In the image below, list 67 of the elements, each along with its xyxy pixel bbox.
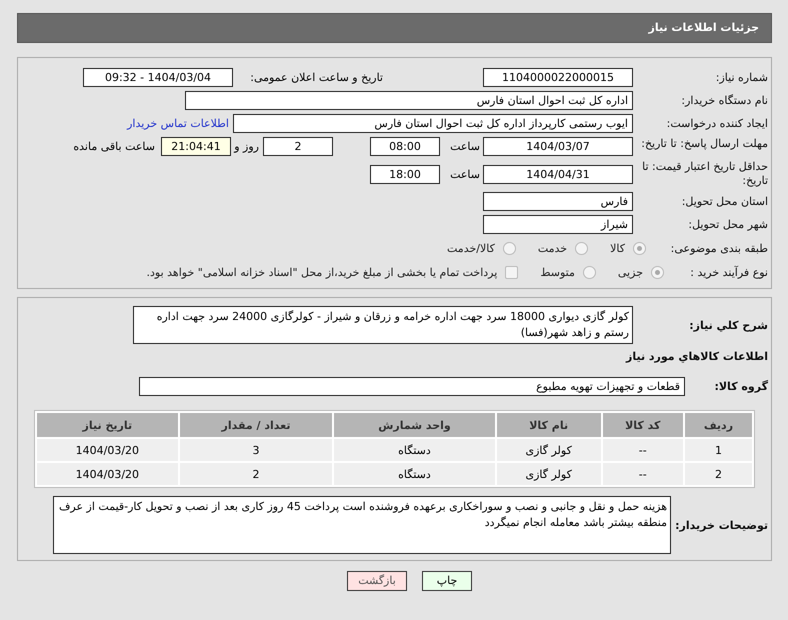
field-label: گروه کالا:: [713, 380, 769, 393]
field-label: مهلت ارسال پاسخ: تا تاریخ:: [640, 137, 769, 151]
table-cell: 2: [684, 463, 752, 485]
field-label: شهر محل تحویل:: [687, 218, 769, 231]
description-field: کولر گازی دیواری 18000 سرد جهت اداره خرامه و زرقان و شیراز - کولرگازی 24000 سرد جهت اداره رستم و زاهد شهر(فسا): [133, 306, 633, 344]
days-field: 2: [263, 137, 333, 156]
remaining-time-field: 21:04:41: [161, 137, 231, 156]
section-heading: اطلاعات کالاهاي مورد نیاز: [626, 350, 769, 363]
announce-date-field: 1404/03/04 - 09:32: [83, 68, 233, 87]
field-label: طبقه بندی موضوعی:: [670, 242, 769, 254]
radio-label: متوسط: [540, 266, 575, 278]
radio-button[interactable]: [502, 242, 516, 254]
back-button[interactable]: بازگشت: [347, 571, 407, 591]
field-label: توضیحات خریدار:: [674, 518, 769, 532]
table-cell: دستگاه: [334, 439, 495, 461]
checkbox[interactable]: [505, 266, 518, 278]
table-cell: 1404/03/20: [37, 439, 178, 461]
validity-time-field: 18:00: [370, 164, 440, 184]
need-number-field: 1104000022000015: [483, 68, 633, 87]
table-cell: کولر گازی: [496, 463, 601, 485]
radio-label: خدمت: [538, 242, 568, 254]
table-cell: 1404/03/20: [37, 463, 178, 485]
column-header: نام کالا: [496, 413, 601, 437]
field-label: حداقل تاریخ اعتبار قیمت: تا تاریخ:: [641, 160, 769, 188]
column-header: کد کالا: [602, 413, 683, 437]
radio-button[interactable]: [651, 266, 664, 278]
table-cell: 3: [180, 439, 332, 461]
field-label: تاریخ و ساعت اعلان عمومی:: [249, 71, 383, 84]
table-cell: --: [602, 463, 683, 485]
column-header: تعداد / مقدار: [180, 413, 332, 437]
buyer-contact-link[interactable]: اطلاعات تماس خریدار: [127, 117, 229, 130]
buyer-field: اداره کل ثبت احوال استان فارس: [185, 91, 633, 110]
radio-button[interactable]: [582, 266, 596, 278]
field-label: استان محل تحویل:: [680, 195, 769, 208]
city-field: شیراز: [483, 215, 633, 234]
table-cell: کولر گازی: [496, 439, 601, 461]
province-field: فارس: [483, 192, 633, 211]
validity-date-field: 1404/04/31: [483, 164, 633, 184]
column-header: تاریخ نیاز: [37, 413, 178, 437]
radio-label: کالا/خدمت: [447, 242, 495, 254]
reply-date-field: 1404/03/07: [483, 137, 633, 156]
radio-label: کالا: [610, 242, 625, 254]
page-title: جزئیات اطلاعات نیاز: [17, 13, 772, 43]
print-button[interactable]: چاپ: [422, 571, 472, 591]
field-label: روز و: [232, 140, 260, 153]
field-label: نام دستگاه خریدار:: [680, 94, 769, 107]
column-header: واحد شمارش: [334, 413, 495, 437]
requester-field: ایوب رستمی کارپرداز اداره کل ثبت احوال استان فارس: [233, 114, 633, 133]
field-label: ایجاد کننده درخواست:: [666, 117, 769, 130]
field-label: ساعت: [449, 140, 481, 153]
field-label: شماره نیاز:: [714, 71, 769, 84]
buyer-notes-field: هزینه حمل و نقل و جانبی و نصب و سوراخکاری برعهده فروشنده است پرداخت 45 روز کاری بعد از نصب و تحویل کار-قیمت از عرف منطقه بیشتر باشد معامله انجام نمیگردد: [53, 496, 671, 554]
table-cell: دستگاه: [334, 463, 495, 485]
column-header: ردیف: [684, 413, 752, 437]
radio-button[interactable]: [575, 242, 588, 254]
field-label: ساعت باقی مانده: [73, 140, 156, 153]
radio-button[interactable]: [633, 242, 646, 254]
radio-label: جزیی: [618, 266, 643, 278]
field-label: نوع فرآیند خرید :: [689, 266, 769, 278]
field-label: ساعت: [449, 168, 481, 180]
field-label: شرح کلي نیاز:: [688, 318, 769, 332]
reply-time-field: 08:00: [370, 137, 440, 156]
table-cell: 2: [180, 463, 332, 485]
table-cell: 1: [684, 439, 752, 461]
table-cell: --: [602, 439, 683, 461]
checkbox-label: پرداخت تمام یا بخشی از مبلغ خرید،از محل "اسناد خزانه اسلامی" خواهد بود.: [146, 266, 498, 278]
goods-group-field: قطعات و تجهیزات تهویه مطبوع: [139, 377, 685, 396]
